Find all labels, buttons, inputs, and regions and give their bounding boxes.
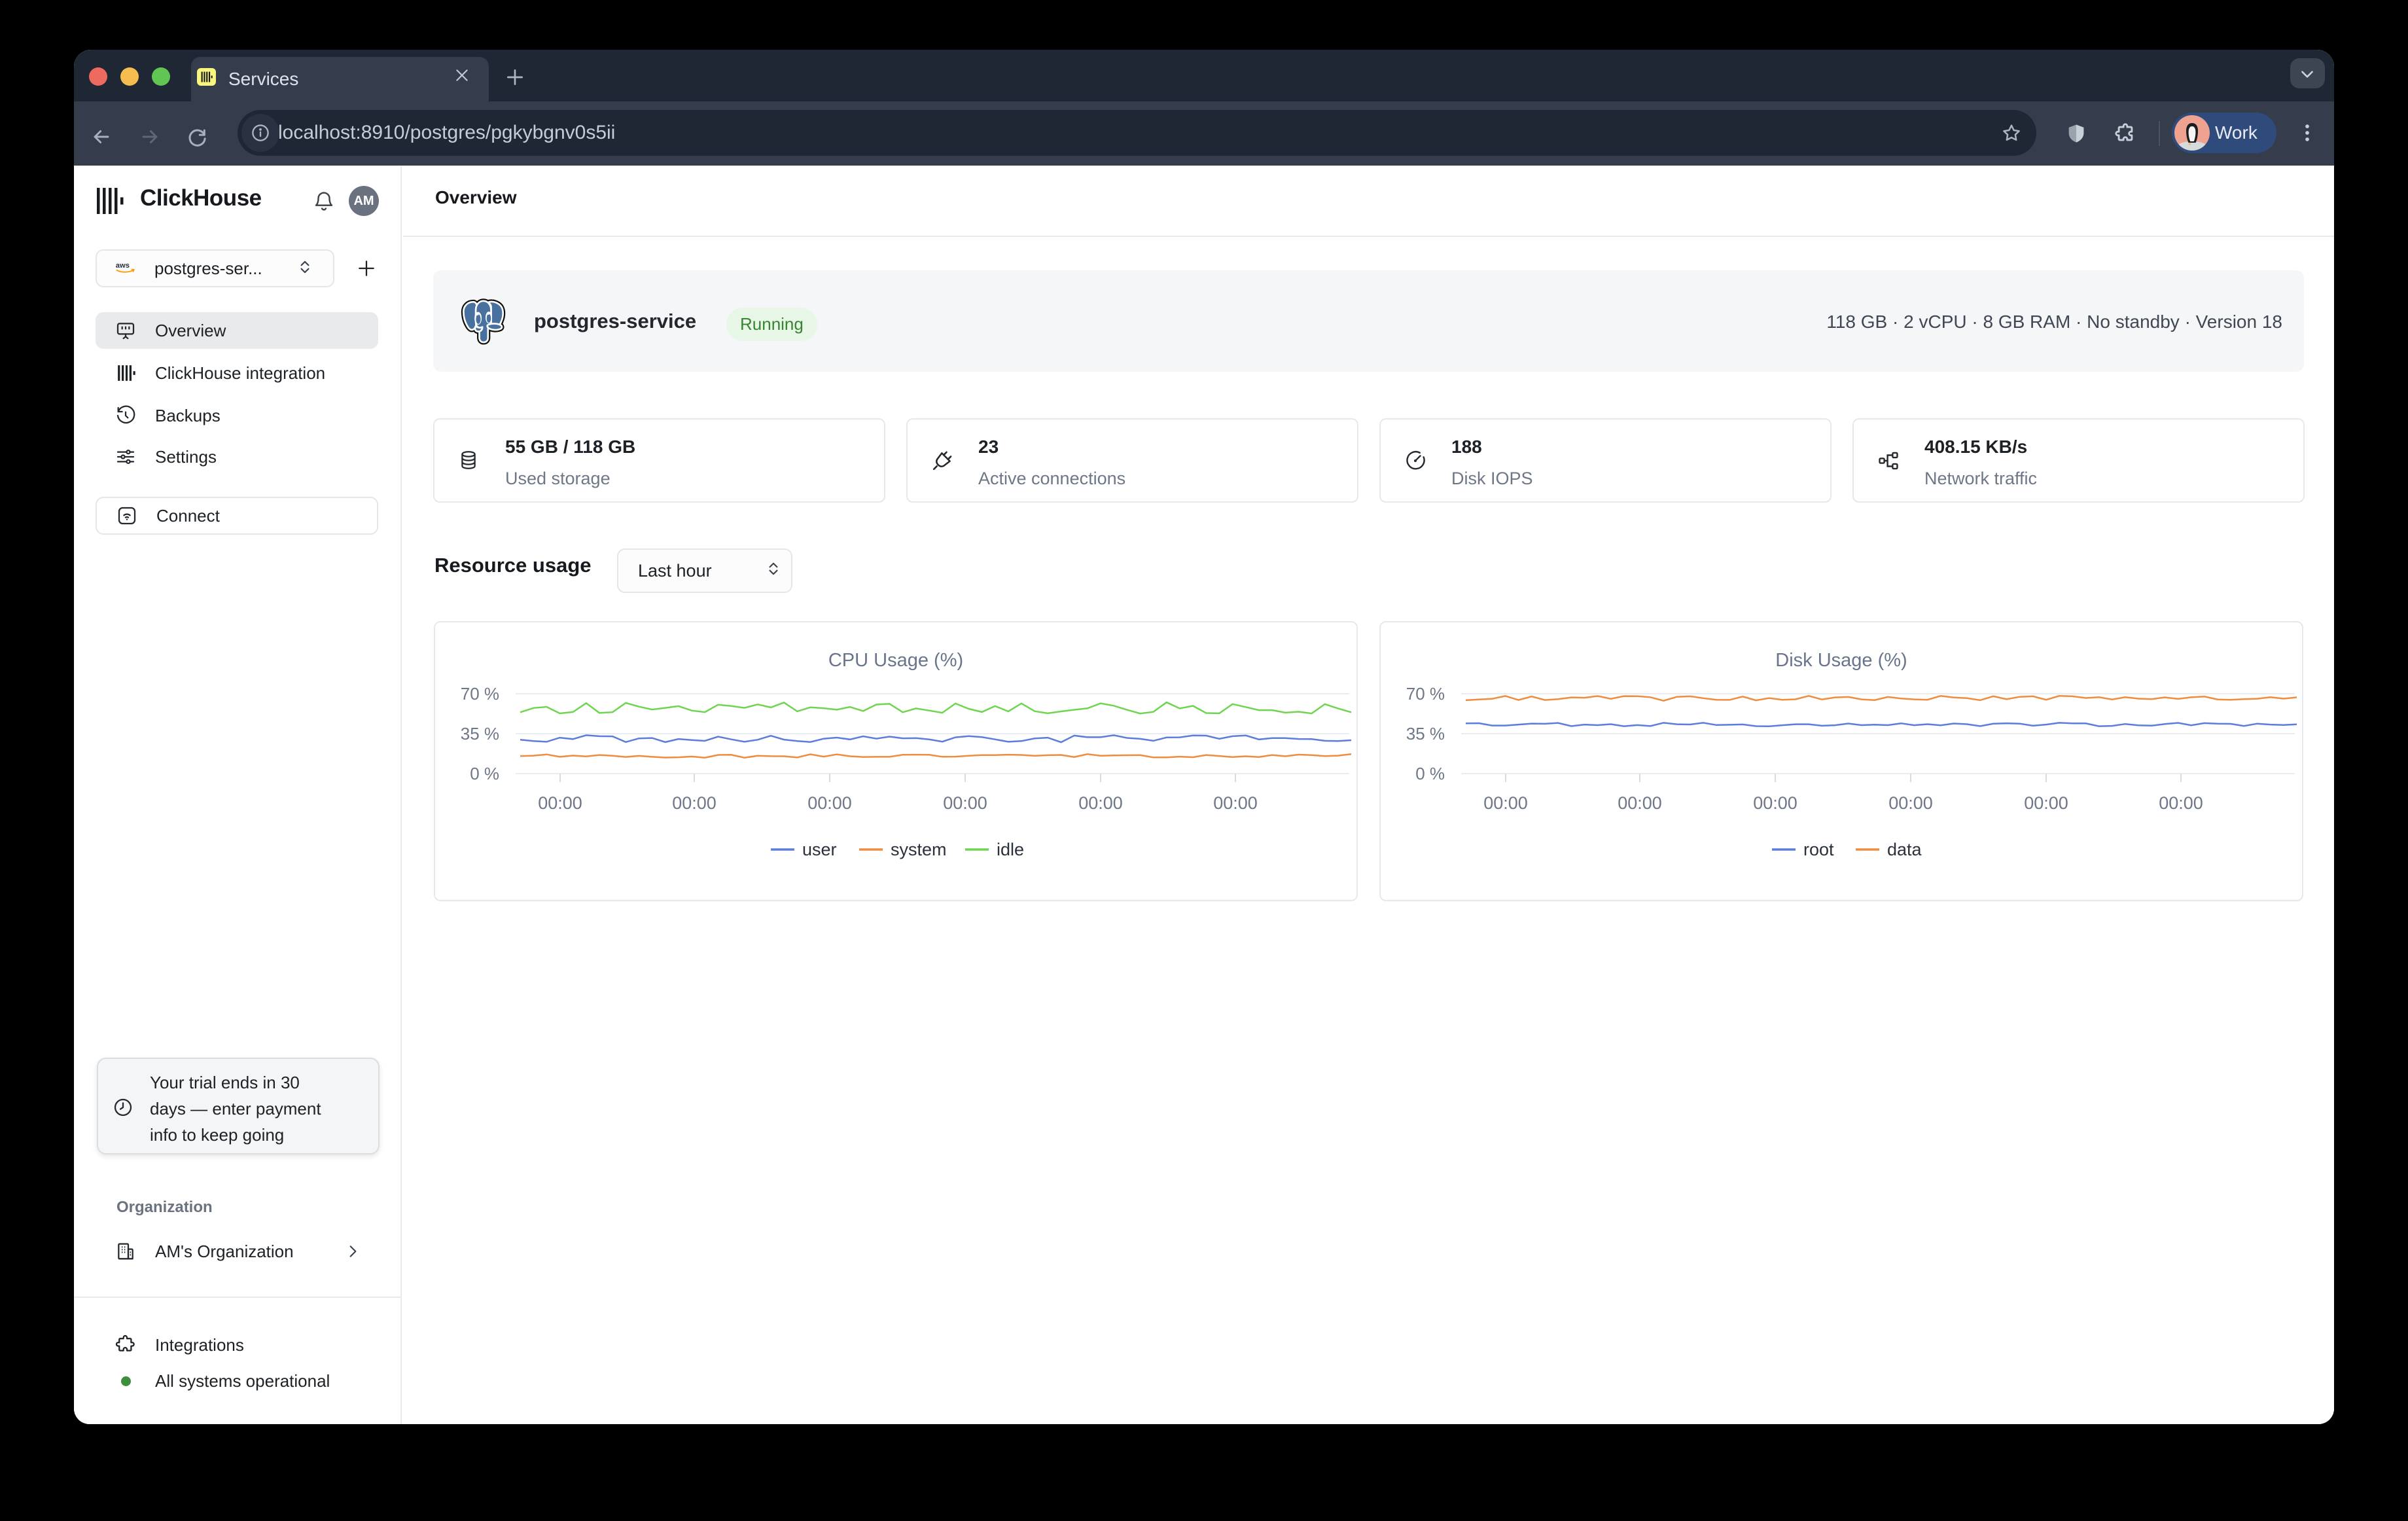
svg-text:00:00: 00:00 bbox=[1618, 793, 1662, 813]
svg-text:system: system bbox=[891, 840, 947, 859]
svg-text:00:00: 00:00 bbox=[538, 793, 582, 813]
svg-text:00:00: 00:00 bbox=[1753, 793, 1797, 813]
svg-text:00:00: 00:00 bbox=[2159, 793, 2203, 813]
svg-text:00:00: 00:00 bbox=[1483, 793, 1528, 813]
svg-text:aws: aws bbox=[116, 261, 130, 269]
svg-text:00:00: 00:00 bbox=[1213, 793, 1258, 813]
svg-text:idle: idle bbox=[997, 840, 1024, 859]
svg-text:00:00: 00:00 bbox=[2024, 793, 2068, 813]
svg-text:70 %: 70 % bbox=[461, 684, 499, 704]
svg-text:00:00: 00:00 bbox=[807, 793, 852, 813]
svg-text:35 %: 35 % bbox=[461, 724, 499, 743]
svg-text:00:00: 00:00 bbox=[672, 793, 717, 813]
svg-text:0 %: 0 % bbox=[1415, 764, 1445, 783]
svg-text:user: user bbox=[802, 840, 837, 859]
svg-text:70 %: 70 % bbox=[1406, 684, 1445, 704]
svg-text:00:00: 00:00 bbox=[943, 793, 987, 813]
svg-text:00:00: 00:00 bbox=[1888, 793, 1933, 813]
svg-text:35 %: 35 % bbox=[1406, 724, 1445, 743]
svg-text:data: data bbox=[1887, 840, 1922, 859]
svg-text:root: root bbox=[1803, 840, 1834, 859]
svg-text:00:00: 00:00 bbox=[1078, 793, 1123, 813]
svg-text:0 %: 0 % bbox=[470, 764, 499, 783]
